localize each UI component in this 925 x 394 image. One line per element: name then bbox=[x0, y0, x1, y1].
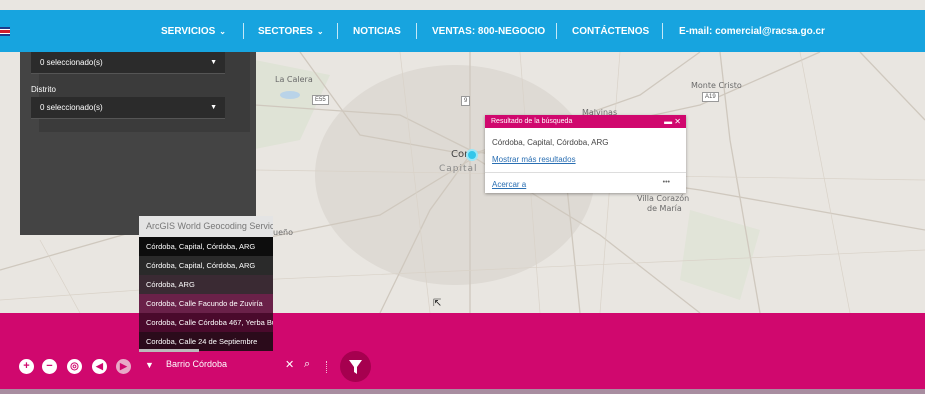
map-label-sueno: ueño bbox=[273, 228, 293, 237]
search-source-dropdown-icon[interactable]: ▼ bbox=[145, 360, 154, 370]
filter-icon bbox=[349, 360, 362, 374]
filter-panel bbox=[20, 52, 256, 235]
nav-item-sectores[interactable]: SECTORES ⌄ bbox=[258, 10, 324, 52]
route-badge-e55: E55 bbox=[312, 95, 329, 105]
zoom-to-link[interactable]: Acercar a bbox=[492, 180, 526, 189]
nav-divider bbox=[416, 23, 417, 39]
dropdown-value: 0 seleccionado(s) bbox=[40, 58, 103, 67]
filter-dropdown-canton[interactable]: 0 seleccionado(s) ▼ bbox=[31, 52, 225, 74]
dropdown-value: 0 seleccionado(s) bbox=[40, 103, 103, 112]
map-label-la-calera: La Calera bbox=[275, 75, 313, 84]
suggestion-item[interactable]: Cordoba, Calle Córdoba 467, Yerba Buena bbox=[139, 313, 273, 332]
show-more-results-link[interactable]: Mostrar más resultados bbox=[492, 155, 576, 164]
nav-item-noticias[interactable]: NOTICIAS bbox=[353, 10, 401, 52]
chevron-down-icon: ⌄ bbox=[219, 26, 226, 36]
nav-divider bbox=[662, 23, 663, 39]
nav-label-servicios: SERVICIOS bbox=[161, 25, 216, 37]
nav-item-ventas[interactable]: VENTAS: 800-NEGOCIO bbox=[432, 10, 545, 52]
map-bottom-strip bbox=[0, 389, 925, 394]
suggestion-item[interactable]: Córdoba, Capital, Córdoba, ARG bbox=[139, 237, 273, 256]
suggestion-item[interactable]: Córdoba, ARG bbox=[139, 275, 273, 294]
popup-header: Resultado de la búsqueda ▬ ✕ bbox=[485, 115, 686, 128]
search-icon[interactable]: ⌕ bbox=[304, 358, 310, 371]
nav-divider bbox=[337, 23, 338, 39]
caret-down-icon: ▼ bbox=[210, 104, 217, 111]
search-input[interactable]: Barrio Córdoba bbox=[166, 359, 227, 369]
location-marker-icon[interactable] bbox=[466, 149, 478, 161]
zoom-in-button[interactable]: + bbox=[19, 359, 34, 374]
nav-item-email[interactable]: E-mail: comercial@racsa.go.cr bbox=[679, 10, 825, 52]
locate-button[interactable]: ◎ bbox=[67, 359, 82, 374]
route-badge-a19: A19 bbox=[702, 92, 719, 102]
route-badge-9: 9 bbox=[461, 96, 471, 106]
top-nav-bar: SERVICIOS ⌄ SECTORES ⌄ NOTICIAS VENTAS: 80… bbox=[0, 10, 925, 52]
nav-divider bbox=[243, 23, 244, 39]
nav-divider bbox=[556, 23, 557, 39]
suggestion-item[interactable]: Córdoba, Capital, Córdoba, ARG bbox=[139, 256, 273, 275]
forward-button[interactable]: ▶ bbox=[116, 359, 131, 374]
mouse-cursor-icon: ⇱ bbox=[433, 298, 442, 309]
search-result-popup: Resultado de la búsqueda ▬ ✕ Córdoba, Ca… bbox=[485, 115, 686, 193]
maximize-icon[interactable]: ▬ bbox=[664, 117, 672, 126]
suggestion-item[interactable]: Cordoba, Calle Facundo de Zuviría bbox=[139, 294, 273, 313]
costa-rica-flag-icon bbox=[0, 27, 10, 36]
zoom-out-button[interactable]: − bbox=[42, 359, 57, 374]
clear-search-button[interactable]: ✕ bbox=[285, 358, 294, 371]
popup-divider bbox=[485, 172, 686, 173]
back-button[interactable]: ◀ bbox=[92, 359, 107, 374]
toolbar-separator bbox=[326, 361, 329, 373]
nav-label-sectores: SECTORES bbox=[258, 25, 313, 37]
distrito-label: Distrito bbox=[31, 85, 56, 94]
filter-dropdown-distrito[interactable]: 0 seleccionado(s) ▼ bbox=[31, 97, 225, 119]
popup-result-text: Córdoba, Capital, Córdoba, ARG bbox=[492, 138, 609, 147]
more-options-icon[interactable]: ••• bbox=[663, 179, 670, 186]
suggestions-source-header: ArcGIS World Geocoding Service bbox=[139, 216, 273, 237]
chevron-down-icon: ⌄ bbox=[316, 26, 324, 36]
map-label-capital: Capital bbox=[439, 164, 478, 174]
filter-button[interactable] bbox=[340, 351, 371, 382]
nav-item-servicios[interactable]: SERVICIOS ⌄ bbox=[161, 10, 226, 52]
map-label-monte-cristo: Monte Cristo bbox=[691, 81, 742, 90]
map-label-de-maria: de María bbox=[647, 204, 682, 213]
close-icon[interactable]: ✕ bbox=[674, 117, 681, 126]
popup-title: Resultado de la búsqueda bbox=[491, 118, 573, 125]
search-suggestions: ArcGIS World Geocoding Service Córdoba, … bbox=[139, 216, 273, 352]
map-label-villa-corazon: Villa Corazón bbox=[637, 194, 690, 203]
caret-down-icon: ▼ bbox=[210, 59, 217, 66]
nav-item-contactenos[interactable]: CONTÁCTENOS bbox=[572, 10, 649, 52]
